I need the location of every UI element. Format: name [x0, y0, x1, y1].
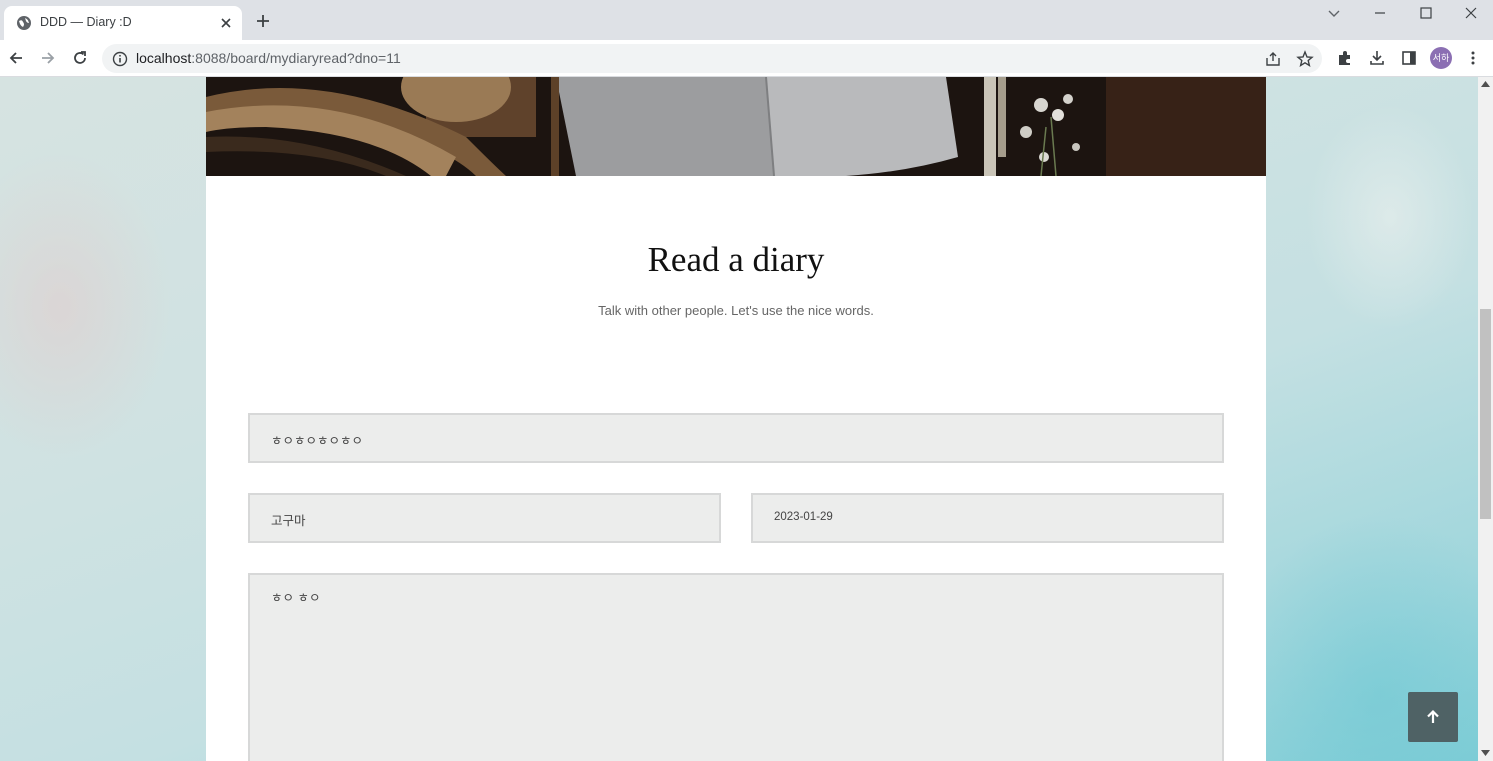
scroll-up-arrow-icon[interactable] — [1481, 80, 1490, 88]
url-text[interactable]: localhost:8088/board/mydiaryread?dno=11 — [136, 50, 401, 66]
browser-tab-bar: DDD — Diary :D — [0, 0, 1493, 40]
writer-field[interactable]: 고구마 — [248, 493, 721, 543]
profile-avatar[interactable]: 서하 — [1430, 47, 1452, 69]
address-bar[interactable]: localhost:8088/board/mydiaryread?dno=11 — [102, 44, 1322, 73]
close-tab-icon[interactable] — [218, 15, 234, 31]
back-icon[interactable] — [7, 49, 25, 67]
date-value: 2023-01-29 — [774, 511, 833, 523]
diary-content-field[interactable]: ㅎㅇ ㅎㅇ — [248, 573, 1224, 761]
tab-title: DDD — Diary :D — [40, 15, 132, 29]
page-subtitle: Talk with other people. Let's use the ni… — [598, 303, 874, 318]
minimize-icon[interactable] — [1371, 4, 1389, 22]
page-viewport: Read a diary Talk with other people. Let… — [0, 77, 1478, 761]
browser-tab[interactable]: DDD — Diary :D — [4, 6, 242, 40]
writer-value: 고구마 — [271, 514, 306, 528]
page-title: Read a diary — [647, 240, 825, 279]
scroll-down-arrow-icon[interactable] — [1481, 749, 1490, 757]
scrollbar-thumb[interactable] — [1480, 309, 1491, 519]
close-window-icon[interactable] — [1462, 4, 1480, 22]
globe-icon — [17, 16, 31, 30]
hero-image — [206, 77, 1266, 176]
share-icon[interactable] — [1264, 50, 1282, 68]
content-panel: Read a diary Talk with other people. Let… — [206, 77, 1266, 761]
forward-icon[interactable] — [39, 49, 57, 67]
new-tab-icon[interactable] — [254, 12, 272, 30]
diary-title-value: ㅎㅇㅎㅇㅎㅇㅎㅇ — [271, 434, 364, 448]
download-icon[interactable] — [1368, 49, 1386, 67]
date-field[interactable]: 2023-01-29 — [751, 493, 1224, 543]
maximize-icon[interactable] — [1417, 4, 1435, 22]
chevron-down-icon[interactable] — [1325, 4, 1343, 22]
kebab-menu-icon[interactable] — [1464, 49, 1482, 67]
side-panel-icon[interactable] — [1400, 49, 1418, 67]
star-icon[interactable] — [1296, 50, 1314, 68]
extensions-icon[interactable] — [1336, 49, 1354, 67]
page-scrollbar[interactable] — [1478, 77, 1493, 761]
reload-icon[interactable] — [71, 49, 89, 67]
browser-toolbar: localhost:8088/board/mydiaryread?dno=11 … — [0, 40, 1493, 77]
diary-title-field[interactable]: ㅎㅇㅎㅇㅎㅇㅎㅇ — [248, 413, 1224, 463]
diary-content-value: ㅎㅇ ㅎㅇ — [271, 591, 321, 605]
scroll-to-top-button[interactable] — [1408, 692, 1458, 742]
arrow-up-icon — [1427, 709, 1439, 723]
info-icon[interactable] — [112, 51, 128, 67]
